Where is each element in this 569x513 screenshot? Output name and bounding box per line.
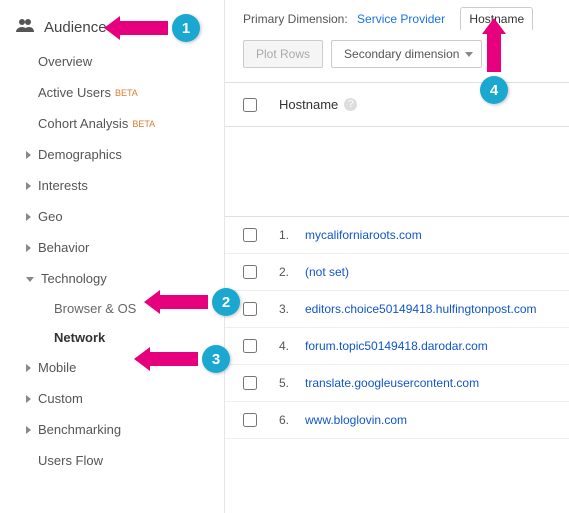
sidebar-item-mobile[interactable]: Mobile bbox=[38, 352, 224, 383]
select-all-checkbox[interactable] bbox=[243, 98, 257, 112]
row-index: 6. bbox=[279, 413, 299, 427]
beta-badge: BETA bbox=[115, 88, 138, 98]
table-row: 6. www.bloglovin.com bbox=[225, 402, 569, 439]
sidebar-item-custom[interactable]: Custom bbox=[38, 383, 224, 414]
row-index: 4. bbox=[279, 339, 299, 353]
sidebar-sublist-technology: Browser & OS Network bbox=[38, 294, 224, 352]
sidebar-nav-list: Overview Active UsersBETA Cohort Analysi… bbox=[0, 46, 224, 476]
row-checkbox[interactable] bbox=[243, 265, 257, 279]
sidebar-section-audience[interactable]: Audience bbox=[0, 12, 224, 46]
row-checkbox[interactable] bbox=[243, 302, 257, 316]
sidebar-item-browser-os[interactable]: Browser & OS bbox=[54, 294, 224, 323]
controls-row: Plot Rows Secondary dimension bbox=[225, 32, 569, 82]
caret-right-icon bbox=[26, 364, 31, 372]
table-spacer bbox=[225, 127, 569, 217]
caret-right-icon bbox=[26, 213, 31, 221]
caret-down-icon bbox=[26, 277, 34, 282]
caret-right-icon bbox=[26, 426, 31, 434]
dimension-tab-hostname[interactable]: Hostname bbox=[460, 7, 533, 30]
hostname-link[interactable]: www.bloglovin.com bbox=[305, 413, 407, 427]
row-index: 3. bbox=[279, 302, 299, 316]
sidebar-section-label: Audience bbox=[44, 19, 107, 36]
sidebar-item-overview[interactable]: Overview bbox=[38, 46, 224, 77]
row-checkbox[interactable] bbox=[243, 413, 257, 427]
caret-right-icon bbox=[26, 395, 31, 403]
dimension-link-service-provider[interactable]: Service Provider bbox=[357, 12, 445, 26]
hostname-link[interactable]: translate.googleusercontent.com bbox=[305, 376, 479, 390]
sidebar-item-geo[interactable]: Geo bbox=[38, 201, 224, 232]
help-icon[interactable]: ? bbox=[344, 98, 357, 111]
beta-badge: BETA bbox=[132, 119, 155, 129]
caret-right-icon bbox=[26, 244, 31, 252]
sidebar-item-users-flow[interactable]: Users Flow bbox=[38, 445, 224, 476]
row-index: 2. bbox=[279, 265, 299, 279]
sidebar-item-behavior[interactable]: Behavior bbox=[38, 232, 224, 263]
sidebar-item-cohort-analysis[interactable]: Cohort AnalysisBETA bbox=[38, 108, 224, 139]
sidebar: Audience Overview Active UsersBETA Cohor… bbox=[0, 0, 225, 513]
row-index: 5. bbox=[279, 376, 299, 390]
row-checkbox[interactable] bbox=[243, 228, 257, 242]
table-header: Hostname ? bbox=[225, 82, 569, 127]
sidebar-item-technology[interactable]: Technology bbox=[38, 263, 224, 294]
audience-icon bbox=[14, 18, 36, 36]
sidebar-item-network[interactable]: Network bbox=[54, 323, 224, 352]
sidebar-item-benchmarking[interactable]: Benchmarking bbox=[38, 414, 224, 445]
caret-right-icon bbox=[26, 151, 31, 159]
column-header-hostname[interactable]: Hostname bbox=[279, 97, 338, 112]
primary-dimension-row: Primary Dimension: Service Provider Host… bbox=[225, 0, 569, 32]
caret-right-icon bbox=[26, 182, 31, 190]
sidebar-item-interests[interactable]: Interests bbox=[38, 170, 224, 201]
row-index: 1. bbox=[279, 228, 299, 242]
hostname-link[interactable]: (not set) bbox=[305, 265, 349, 279]
hostname-link[interactable]: editors.choice50149418.hulfingtonpost.co… bbox=[305, 302, 537, 316]
table-row: 2. (not set) bbox=[225, 254, 569, 291]
table-row: 1. mycaliforniaroots.com bbox=[225, 217, 569, 254]
primary-dimension-label: Primary Dimension: bbox=[243, 12, 348, 26]
plot-rows-button[interactable]: Plot Rows bbox=[243, 40, 323, 68]
sidebar-item-active-users[interactable]: Active UsersBETA bbox=[38, 77, 224, 108]
row-checkbox[interactable] bbox=[243, 339, 257, 353]
row-checkbox[interactable] bbox=[243, 376, 257, 390]
main-content: Primary Dimension: Service Provider Host… bbox=[225, 0, 569, 513]
table-row: 3. editors.choice50149418.hulfingtonpost… bbox=[225, 291, 569, 328]
hostname-link[interactable]: forum.topic50149418.darodar.com bbox=[305, 339, 488, 353]
sidebar-item-demographics[interactable]: Demographics bbox=[38, 139, 224, 170]
table-row: 5. translate.googleusercontent.com bbox=[225, 365, 569, 402]
table-row: 4. forum.topic50149418.darodar.com bbox=[225, 328, 569, 365]
hostname-link[interactable]: mycaliforniaroots.com bbox=[305, 228, 422, 242]
secondary-dimension-dropdown[interactable]: Secondary dimension bbox=[331, 40, 482, 68]
